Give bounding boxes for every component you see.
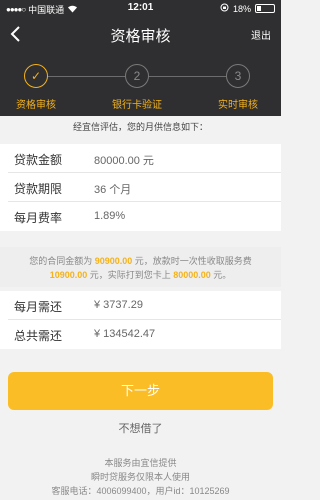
row-value: 36 个月	[94, 184, 132, 196]
step-1-circle: ✓	[24, 64, 48, 88]
battery-icon	[255, 4, 275, 13]
exit-button[interactable]: 退出	[251, 27, 271, 42]
loan-info-panel: 贷款金额 80000.00 元 贷款期限 36 个月 每月费率 1.89%	[0, 144, 281, 231]
footer-contact: 客服电话：4006099400，用户id：10125269	[51, 486, 230, 496]
nav-bar: 资格审核 退出	[0, 18, 281, 50]
step-2-circle: 2	[125, 64, 149, 88]
page-title: 资格审核	[110, 28, 171, 45]
row-label: 每月费率	[14, 211, 63, 225]
repay-row-total: 总共需还 ¥ 134542.47	[8, 320, 281, 349]
footer: 本服务由宜信提供 瞬时贷服务仅限本人使用 客服电话：4006099400，用户i…	[0, 456, 281, 498]
battery-percent: 18%	[232, 3, 251, 14]
row-value: ¥ 134542.47	[94, 328, 156, 340]
intro-text: 经宜信评估，您的月供信息如下：	[0, 116, 281, 138]
notice-text: 元，实际打到您卡上	[87, 270, 174, 280]
info-row-amount: 贷款金额 80000.00 元	[8, 144, 281, 173]
lock-rotation-icon	[220, 3, 229, 14]
row-label: 每月需还	[14, 300, 63, 314]
step-1-label: 资格审核	[16, 100, 56, 111]
step-connector	[48, 76, 125, 77]
step-2-label: 银行卡验证	[112, 100, 162, 111]
step-connector	[148, 76, 226, 77]
row-label: 总共需还	[14, 329, 63, 343]
footer-usage: 瞬时贷服务仅限本人使用	[90, 472, 190, 482]
next-step-button[interactable]: 下一步	[8, 372, 273, 410]
row-value: ¥ 3737.29	[94, 299, 143, 311]
service-fee: 10900.00	[49, 270, 88, 280]
status-right: 18%	[220, 3, 275, 14]
row-value: 80000.00 元	[94, 155, 154, 167]
info-row-term: 贷款期限 36 个月	[8, 173, 281, 202]
footer-provider: 本服务由宜信提供	[104, 458, 177, 468]
row-value: 1.89%	[94, 210, 126, 222]
step-3-circle: 3	[226, 64, 250, 88]
contract-amount: 90900.00	[94, 256, 133, 266]
notice-text: 您的合同金额为	[29, 256, 95, 266]
fee-notice: 您的合同金额为 90900.00 元，放款时一次性收取服务费 10900.00 …	[0, 247, 281, 287]
row-label: 贷款金额	[14, 153, 63, 167]
info-row-rate: 每月费率 1.89%	[8, 202, 281, 231]
status-bar: ●●●●○ 中国联通 12:01 18%	[0, 0, 281, 18]
decline-link[interactable]: 不想借了	[0, 420, 281, 436]
repay-row-monthly: 每月需还 ¥ 3737.29	[8, 291, 281, 320]
step-3-label: 实时审核	[218, 100, 258, 111]
repayment-panel: 每月需还 ¥ 3737.29 总共需还 ¥ 134542.47	[0, 291, 281, 349]
row-label: 贷款期限	[14, 182, 63, 196]
notice-text: 元，放款时一次性收取服务费	[132, 256, 252, 266]
actual-amount: 80000.00	[173, 270, 211, 280]
notice-text: 元。	[210, 270, 232, 280]
